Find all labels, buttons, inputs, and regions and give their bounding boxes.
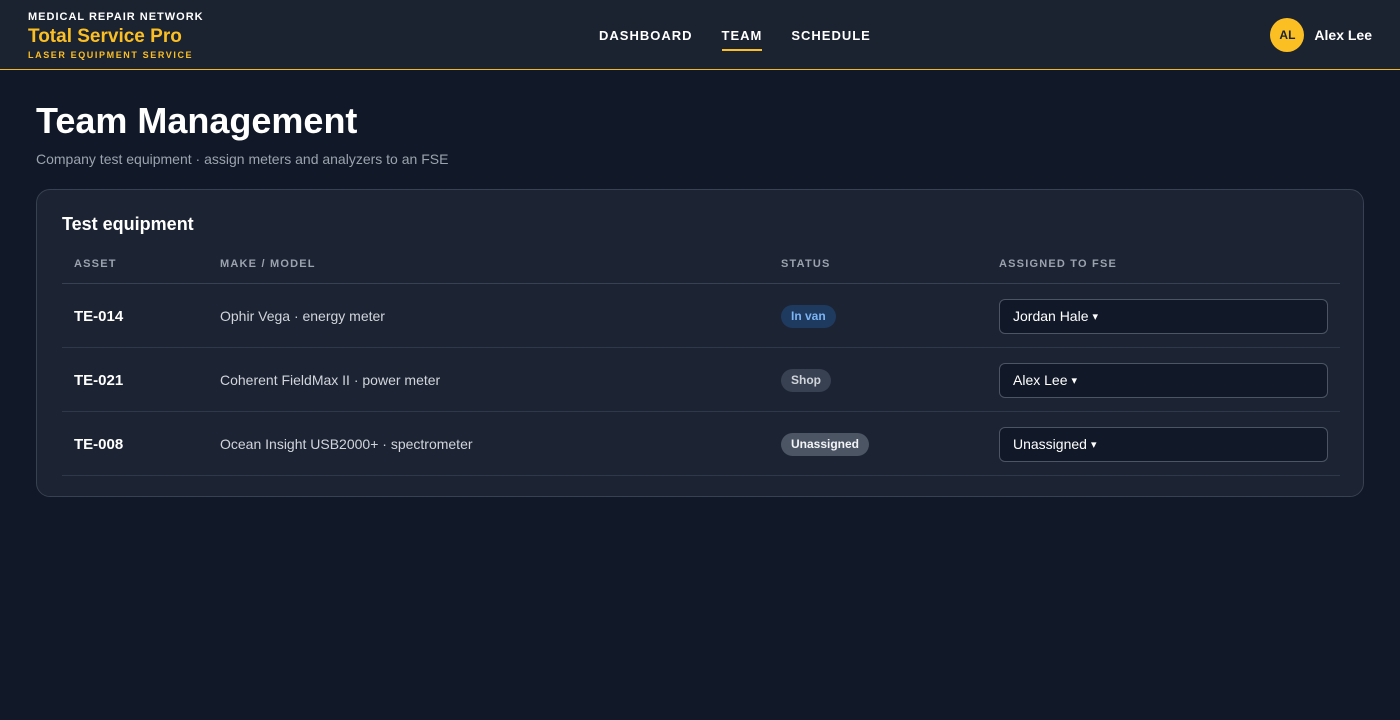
- nav-schedule[interactable]: SCHEDULE: [791, 22, 871, 49]
- asset-id: TE-014: [74, 307, 124, 325]
- main-nav: DASHBOARD TEAM SCHEDULE: [599, 0, 871, 70]
- brand-name: Total Service Pro: [28, 26, 182, 47]
- card-title: Test equipment: [62, 214, 194, 234]
- equipment-table: ASSET MAKE / MODEL STATUS ASSIGNED TO FS…: [62, 250, 1340, 476]
- user-name: Alex Lee: [1314, 27, 1372, 43]
- status-cell: Shop: [781, 348, 831, 412]
- status-cell: Unassigned: [781, 412, 870, 476]
- fse-select-value: Alex Lee: [1013, 372, 1068, 388]
- chevron-down-icon: ▾: [1092, 310, 1099, 323]
- nav-team[interactable]: TEAM: [721, 22, 763, 51]
- column-header-asset: ASSET: [74, 258, 117, 270]
- make-model: Coherent FieldMax II · power meter: [220, 372, 441, 388]
- table-header: ASSET MAKE / MODEL STATUS ASSIGNED TO FS…: [62, 250, 1340, 284]
- column-header-make-model: MAKE / MODEL: [220, 258, 316, 270]
- column-header-assigned-fse: ASSIGNED TO FSE: [999, 258, 1118, 270]
- brand-network: MEDICAL REPAIR NETWORK: [28, 11, 204, 23]
- page-subtitle: Company test equipment · assign meters a…: [36, 151, 449, 167]
- avatar: AL: [1270, 18, 1305, 52]
- chevron-down-icon: ▾: [1071, 374, 1078, 387]
- chevron-down-icon: ▾: [1090, 438, 1097, 451]
- status-badge: Shop: [781, 368, 831, 392]
- asset-id: TE-008: [74, 435, 124, 453]
- fse-select[interactable]: Jordan Hale ▾: [999, 298, 1328, 334]
- nav-dashboard[interactable]: DASHBOARD: [599, 22, 693, 49]
- table-row: TE-008 Ocean Insight USB2000+ · spectrom…: [62, 412, 1340, 476]
- brand[interactable]: MEDICAL REPAIR NETWORK Total Service Pro…: [28, 11, 204, 61]
- brand-tagline: LASER EQUIPMENT SERVICE: [28, 50, 194, 60]
- make-model: Ocean Insight USB2000+ · spectrometer: [220, 436, 473, 452]
- column-header-status: STATUS: [781, 258, 831, 270]
- status-cell: In van: [781, 284, 836, 348]
- user-menu[interactable]: AL Alex Lee: [1270, 18, 1372, 52]
- page-title: Team Management: [36, 100, 358, 141]
- table-row: TE-021 Coherent FieldMax II · power mete…: [62, 348, 1340, 412]
- fse-select-value: Unassigned: [1013, 436, 1087, 452]
- assign-cell: Jordan Hale ▾: [999, 284, 1328, 348]
- status-badge: Unassigned: [781, 432, 870, 456]
- table-row: TE-014 Ophir Vega · energy meter In van …: [62, 284, 1340, 348]
- asset-id: TE-021: [74, 371, 124, 389]
- fse-select[interactable]: Unassigned ▾: [999, 426, 1328, 462]
- fse-select-value: Jordan Hale: [1013, 308, 1089, 324]
- assign-cell: Alex Lee ▾: [999, 348, 1328, 412]
- top-bar: MEDICAL REPAIR NETWORK Total Service Pro…: [0, 0, 1400, 70]
- test-equipment-card: Test equipment ASSET MAKE / MODEL STATUS…: [36, 189, 1364, 497]
- status-badge: In van: [781, 304, 836, 328]
- make-model: Ophir Vega · energy meter: [220, 308, 385, 324]
- assign-cell: Unassigned ▾: [999, 412, 1328, 476]
- fse-select[interactable]: Alex Lee ▾: [999, 362, 1328, 398]
